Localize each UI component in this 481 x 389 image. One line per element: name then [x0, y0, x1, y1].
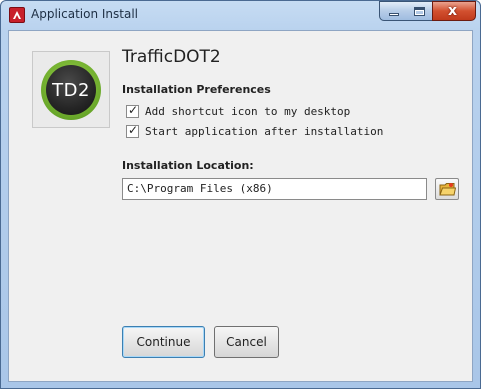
title-bar[interactable]: Application Install x	[1, 1, 480, 28]
start-after-checkbox[interactable]: ✓	[126, 123, 139, 138]
start-after-label[interactable]: Start application after installation	[145, 125, 383, 138]
preferences-header: Installation Preferences	[122, 83, 271, 96]
maximize-icon	[414, 7, 425, 16]
location-input[interactable]: C:\Program Files (x86)	[122, 178, 427, 200]
adobe-air-icon	[9, 7, 25, 23]
minimize-button[interactable]	[379, 1, 407, 21]
shortcut-label[interactable]: Add shortcut icon to my desktop	[145, 105, 350, 118]
logo-disc: TD2	[46, 65, 96, 115]
install-window: Application Install x TD2 TrafficDOT2 In…	[0, 0, 481, 389]
maximize-button[interactable]	[406, 1, 433, 21]
continue-button[interactable]: Continue	[122, 326, 205, 358]
window-title: Application Install	[31, 7, 138, 21]
browse-button[interactable]	[435, 178, 459, 200]
logo-ring: TD2	[41, 60, 101, 120]
caption-buttons: x	[379, 1, 476, 21]
app-logo: TD2	[32, 51, 110, 128]
folder-icon	[439, 183, 456, 196]
shortcut-checkbox[interactable]: ✓	[126, 103, 139, 118]
logo-text: TD2	[52, 79, 90, 101]
location-header: Installation Location:	[122, 159, 254, 172]
close-icon: x	[448, 3, 458, 19]
close-button[interactable]: x	[432, 1, 476, 21]
check-icon: ✓	[128, 123, 139, 137]
app-name: TrafficDOT2	[122, 47, 221, 67]
check-icon: ✓	[128, 103, 139, 117]
client-area: TD2 TrafficDOT2 Installation Preferences…	[8, 30, 473, 382]
cancel-button[interactable]: Cancel	[214, 326, 279, 358]
minimize-icon	[389, 13, 399, 16]
